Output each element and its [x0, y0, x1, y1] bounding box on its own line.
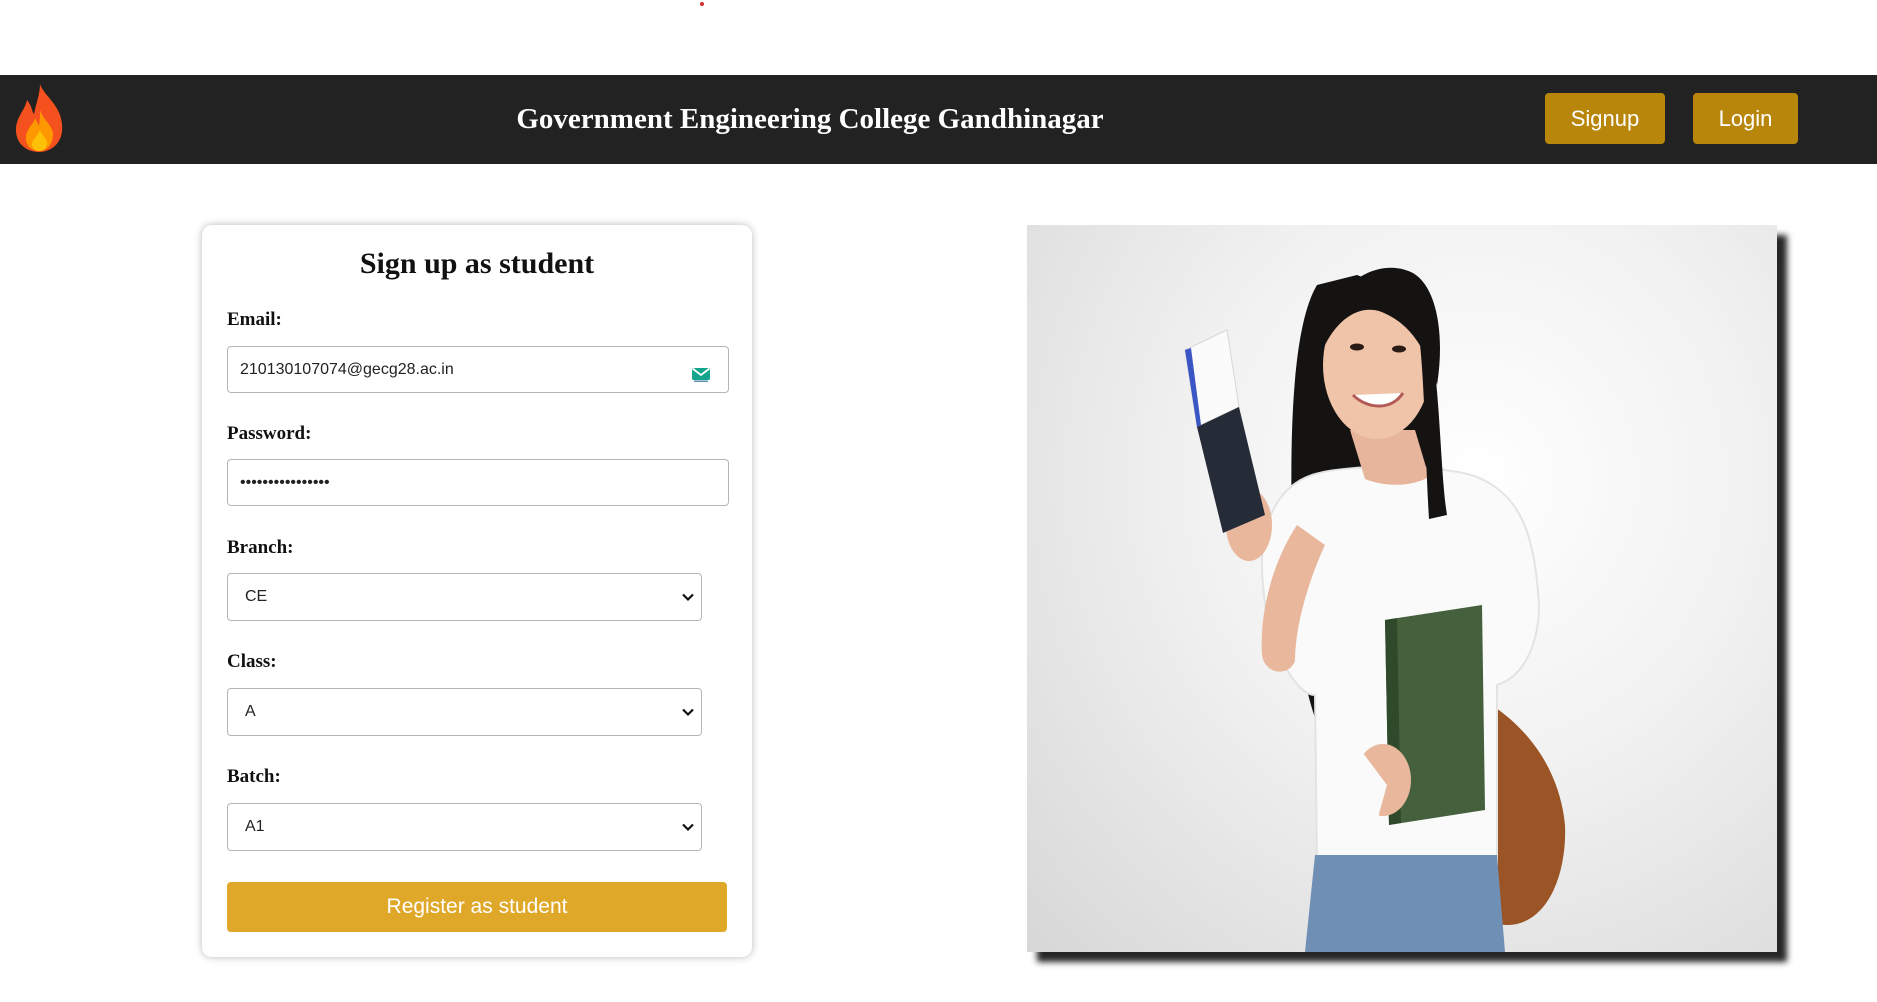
hero-image: [1027, 225, 1777, 952]
class-label: Class:: [227, 651, 277, 672]
branch-select-value: CE: [245, 588, 268, 605]
batch-label: Batch:: [227, 766, 281, 787]
branch-select[interactable]: CE: [227, 573, 702, 621]
email-label: Email:: [227, 309, 282, 330]
form-title: Sign up as student: [359, 247, 595, 280]
password-field[interactable]: [227, 459, 729, 506]
branch-label: Branch:: [227, 537, 294, 558]
class-select-value: A: [245, 703, 256, 720]
red-dot: [700, 2, 704, 6]
class-select[interactable]: A: [227, 688, 702, 736]
register-button[interactable]: Register as student: [227, 882, 727, 932]
site-title: Government Engineering College Gandhinag…: [516, 103, 1104, 135]
password-label: Password:: [227, 423, 312, 444]
signup-button[interactable]: Signup: [1545, 93, 1665, 144]
batch-select[interactable]: A1: [227, 803, 702, 851]
batch-select-value: A1: [245, 818, 265, 835]
email-field[interactable]: [227, 346, 729, 393]
chevron-down-icon: [682, 823, 694, 832]
mail-icon[interactable]: [690, 365, 712, 383]
login-button[interactable]: Login: [1693, 93, 1798, 144]
chevron-down-icon: [682, 708, 694, 717]
signup-form: Sign up as student Email: Password: Bran…: [202, 225, 752, 957]
chevron-down-icon: [682, 593, 694, 602]
navbar: Government Engineering College Gandhinag…: [0, 75, 1877, 164]
